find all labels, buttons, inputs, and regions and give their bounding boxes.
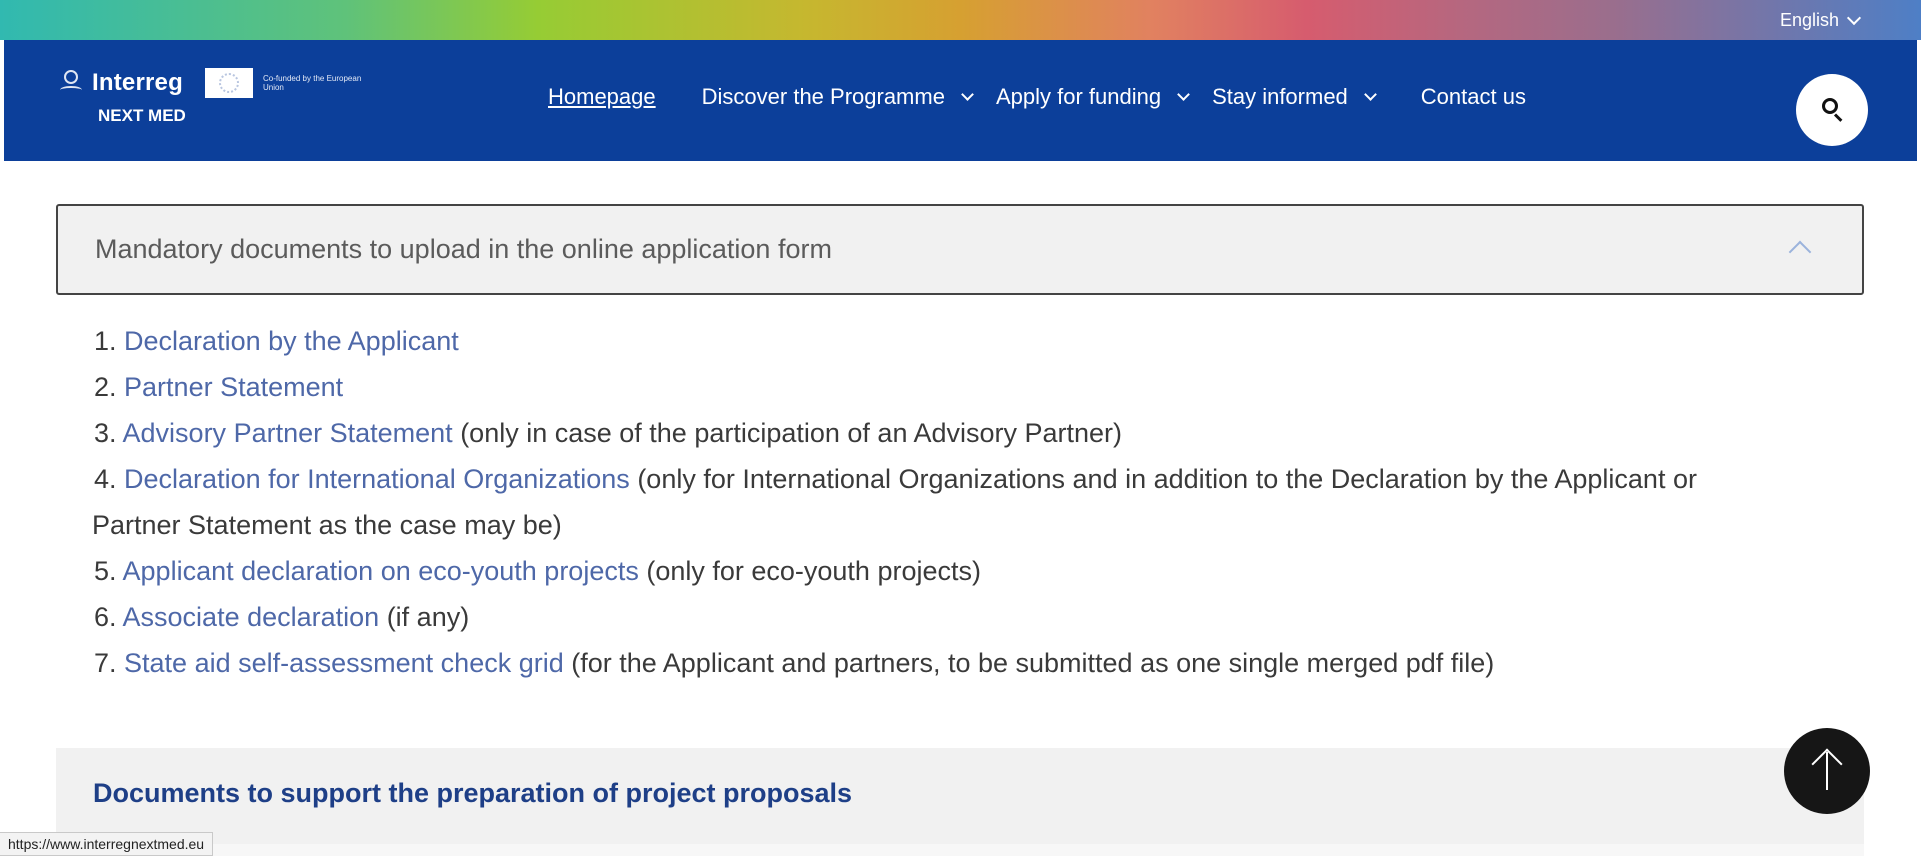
doc-link[interactable]: Declaration for International Organizati… bbox=[124, 464, 630, 494]
list-item: 3. Advisory Partner Statement (only in c… bbox=[94, 410, 1874, 456]
nav-homepage[interactable]: Homepage bbox=[548, 84, 656, 110]
chevron-up-icon[interactable] bbox=[1788, 240, 1812, 264]
item-number: 1. bbox=[94, 326, 125, 356]
item-number: 7. bbox=[94, 648, 125, 678]
nav-homepage-label: Homepage bbox=[548, 84, 656, 109]
doc-link[interactable]: Advisory Partner Statement bbox=[123, 418, 453, 448]
list-item: 1. Declaration by the Applicant bbox=[94, 318, 1874, 364]
section-title: Documents to support the preparation of … bbox=[93, 778, 853, 808]
item-note: (only for eco-youth projects) bbox=[638, 556, 981, 586]
item-note: (if any) bbox=[379, 602, 470, 632]
list-item: 2. Partner Statement bbox=[94, 364, 1874, 410]
doc-link[interactable]: Declaration by the Applicant bbox=[124, 326, 459, 356]
search-button[interactable] bbox=[1796, 74, 1868, 146]
nav-discover-programme[interactable]: Discover the Programme bbox=[701, 84, 974, 110]
item-note: (only in case of the participation of an… bbox=[452, 418, 1123, 448]
nav-stay-informed[interactable]: Stay informed bbox=[1212, 84, 1377, 110]
chevron-down-icon bbox=[1177, 87, 1190, 101]
list-item-continuation: Partner Statement as the case may be) bbox=[92, 502, 1874, 548]
list-item: 4. Declaration for International Organiz… bbox=[94, 456, 1874, 502]
language-label: English bbox=[1779, 10, 1839, 30]
accordion-mandatory-documents[interactable]: Mandatory documents to upload in the onl… bbox=[56, 204, 1864, 295]
chevron-down-icon bbox=[961, 87, 974, 101]
eu-flag-icon bbox=[204, 68, 253, 98]
chevron-down-icon bbox=[1846, 10, 1862, 26]
list-item: 5. Applicant declaration on eco-youth pr… bbox=[94, 548, 1874, 594]
chevron-down-icon bbox=[1363, 87, 1377, 101]
list-item: 6. Associate declaration (if any) bbox=[94, 594, 1874, 640]
person-icon bbox=[60, 70, 82, 96]
top-color-strip: English bbox=[0, 0, 1921, 40]
site-header: Interreg Co-funded by the European Union… bbox=[4, 40, 1917, 161]
next-section-edge bbox=[56, 844, 1864, 856]
page: English Interreg Co-funded by the Europe… bbox=[0, 0, 1921, 856]
nav-contact-us[interactable]: Contact us bbox=[1421, 84, 1526, 110]
back-to-top-button[interactable] bbox=[1784, 728, 1870, 814]
language-selector[interactable]: English bbox=[1779, 10, 1862, 31]
item-number: 6. bbox=[94, 602, 123, 632]
item-number: 2. bbox=[94, 372, 125, 402]
nav-discover-label: Discover the Programme bbox=[701, 84, 945, 109]
item-note: (for the Applicant and partners, to be s… bbox=[563, 648, 1495, 678]
nav-apply-funding[interactable]: Apply for funding bbox=[995, 84, 1190, 110]
doc-link[interactable]: Associate declaration bbox=[123, 602, 380, 632]
item-number: 4. bbox=[94, 464, 125, 494]
logo-name: Interreg bbox=[92, 69, 183, 96]
nav-apply-label: Apply for funding bbox=[995, 84, 1162, 109]
item-note-continued: Partner Statement as the case may be) bbox=[92, 510, 562, 540]
status-bar-url: https://www.interregnextmed.eu bbox=[0, 832, 214, 856]
nav-stay-label: Stay informed bbox=[1212, 84, 1348, 109]
accordion-title: Mandatory documents to upload in the onl… bbox=[95, 234, 832, 264]
accordion-support-documents[interactable]: Documents to support the preparation of … bbox=[56, 748, 1864, 844]
logo-subtitle: NEXT MED bbox=[98, 106, 186, 125]
doc-link[interactable]: Partner Statement bbox=[124, 372, 343, 402]
doc-link[interactable]: Applicant declaration on eco-youth proje… bbox=[123, 556, 639, 586]
search-icon bbox=[1822, 98, 1838, 114]
list-item: 7. State aid self-assessment check grid … bbox=[94, 640, 1874, 686]
main-nav: Homepage Discover the Programme Apply fo… bbox=[548, 84, 1550, 110]
nav-contact-label: Contact us bbox=[1420, 84, 1526, 109]
document-list: 1. Declaration by the Applicant 2. Partn… bbox=[92, 318, 1874, 686]
item-number: 5. bbox=[94, 556, 123, 586]
item-note: (only for International Organizations an… bbox=[629, 464, 1697, 494]
item-number: 3. bbox=[94, 418, 123, 448]
eu-cofunded-text: Co-funded by the European Union bbox=[262, 74, 362, 92]
logo[interactable]: Interreg Co-funded by the European Union… bbox=[60, 68, 373, 126]
doc-link[interactable]: State aid self-assessment check grid bbox=[124, 648, 564, 678]
